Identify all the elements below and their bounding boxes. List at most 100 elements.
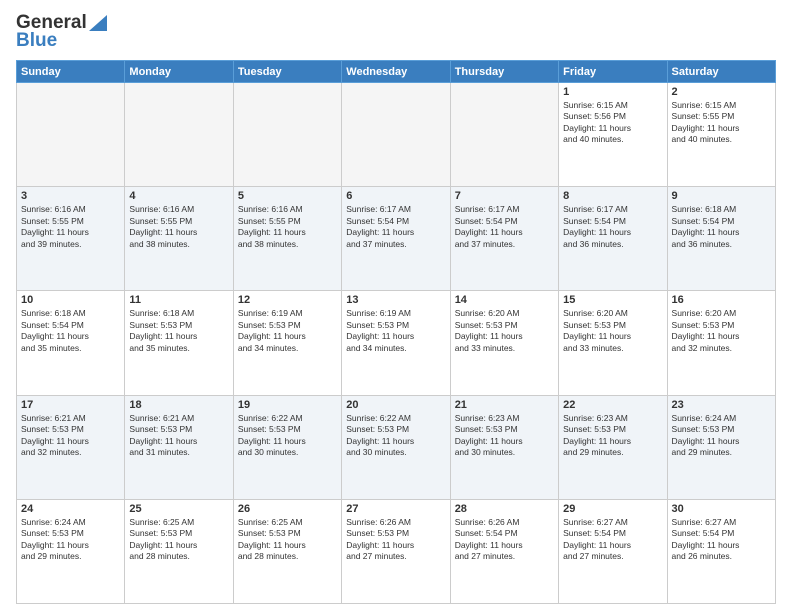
calendar-cell: 7Sunrise: 6:17 AM Sunset: 5:54 PM Daylig…	[450, 187, 558, 291]
calendar-cell: 6Sunrise: 6:17 AM Sunset: 5:54 PM Daylig…	[342, 187, 450, 291]
calendar-cell: 18 Sunrise: 6:21 AM Sunset: 5:53 PM Dayli…	[125, 395, 233, 499]
day-info: Sunrise: 6:25 AM Sunset: 5:53 PM Dayligh…	[238, 517, 337, 563]
day-info: Sunrise: 6:23 AM Sunset: 5:53 PM Dayligh…	[455, 413, 554, 459]
logo-blue: Blue	[16, 30, 57, 52]
calendar-cell: 20Sunrise: 6:22 AM Sunset: 5:53 PM Dayli…	[342, 395, 450, 499]
day-number: 21	[455, 399, 554, 411]
day-number: 4	[129, 190, 228, 202]
day-info: Sunrise: 6:23 AM Sunset: 5:53 PM Dayligh…	[563, 413, 662, 459]
calendar-week-row: 17 Sunrise: 6:21 AM Sunset: 5:53 PM Dayli…	[17, 395, 776, 499]
calendar-cell: 8 Sunrise: 6:17 AM Sunset: 5:54 PM Daylig…	[559, 187, 667, 291]
day-info: Sunrise: 6:21 AM Sunset: 5:53 PM Dayligh…	[21, 413, 120, 459]
weekday-header-row: SundayMondayTuesdayWednesdayThursdayFrid…	[17, 61, 776, 83]
day-number: 17	[21, 399, 120, 411]
weekday-thursday: Thursday	[450, 61, 558, 83]
calendar-cell: 24 Sunrise: 6:24 AM Sunset: 5:53 PM Dayli…	[17, 499, 125, 603]
calendar-cell: 28 Sunrise: 6:26 AM Sunset: 5:54 PM Dayli…	[450, 499, 558, 603]
day-number: 8	[563, 190, 662, 202]
weekday-monday: Monday	[125, 61, 233, 83]
calendar-cell: 27 Sunrise: 6:26 AM Sunset: 5:53 PM Dayli…	[342, 499, 450, 603]
day-number: 12	[238, 294, 337, 306]
calendar-cell: 26 Sunrise: 6:25 AM Sunset: 5:53 PM Dayli…	[233, 499, 341, 603]
calendar-cell: 13 Sunrise: 6:19 AM Sunset: 5:53 PM Dayli…	[342, 291, 450, 395]
calendar-cell: 21 Sunrise: 6:23 AM Sunset: 5:53 PM Dayli…	[450, 395, 558, 499]
day-number: 13	[346, 294, 445, 306]
weekday-saturday: Saturday	[667, 61, 775, 83]
day-number: 27	[346, 503, 445, 515]
weekday-tuesday: Tuesday	[233, 61, 341, 83]
day-info: Sunrise: 6:25 AM Sunset: 5:53 PM Dayligh…	[129, 517, 228, 563]
calendar-cell: 14 Sunrise: 6:20 AM Sunset: 5:53 PM Dayli…	[450, 291, 558, 395]
day-number: 28	[455, 503, 554, 515]
day-info: Sunrise: 6:20 AM Sunset: 5:53 PM Dayligh…	[563, 308, 662, 354]
calendar-cell: 16 Sunrise: 6:20 AM Sunset: 5:53 PM Dayli…	[667, 291, 775, 395]
day-info: Sunrise: 6:27 AM Sunset: 5:54 PM Dayligh…	[563, 517, 662, 563]
calendar-cell: 12 Sunrise: 6:19 AM Sunset: 5:53 PM Dayli…	[233, 291, 341, 395]
calendar-week-row: 24 Sunrise: 6:24 AM Sunset: 5:53 PM Dayli…	[17, 499, 776, 603]
day-number: 22	[563, 399, 662, 411]
calendar-cell: 11Sunrise: 6:18 AM Sunset: 5:53 PM Dayli…	[125, 291, 233, 395]
day-number: 25	[129, 503, 228, 515]
logo: General Blue	[16, 12, 107, 52]
day-info: Sunrise: 6:15 AM Sunset: 5:56 PM Dayligh…	[563, 100, 662, 146]
calendar-cell: 4 Sunrise: 6:16 AM Sunset: 5:55 PM Daylig…	[125, 187, 233, 291]
day-info: Sunrise: 6:16 AM Sunset: 5:55 PM Dayligh…	[238, 204, 337, 250]
calendar-table: SundayMondayTuesdayWednesdayThursdayFrid…	[16, 60, 776, 604]
day-number: 16	[672, 294, 771, 306]
day-info: Sunrise: 6:21 AM Sunset: 5:53 PM Dayligh…	[129, 413, 228, 459]
day-number: 10	[21, 294, 120, 306]
page-header: General Blue	[16, 12, 776, 52]
day-number: 15	[563, 294, 662, 306]
calendar-cell	[450, 83, 558, 187]
day-info: Sunrise: 6:16 AM Sunset: 5:55 PM Dayligh…	[21, 204, 120, 250]
day-info: Sunrise: 6:18 AM Sunset: 5:54 PM Dayligh…	[672, 204, 771, 250]
calendar-cell: 30 Sunrise: 6:27 AM Sunset: 5:54 PM Dayli…	[667, 499, 775, 603]
day-info: Sunrise: 6:26 AM Sunset: 5:54 PM Dayligh…	[455, 517, 554, 563]
day-number: 26	[238, 503, 337, 515]
day-number: 1	[563, 86, 662, 98]
calendar-cell: 23Sunrise: 6:24 AM Sunset: 5:53 PM Dayli…	[667, 395, 775, 499]
day-info: Sunrise: 6:15 AM Sunset: 5:55 PM Dayligh…	[672, 100, 771, 146]
day-number: 18	[129, 399, 228, 411]
day-info: Sunrise: 6:20 AM Sunset: 5:53 PM Dayligh…	[672, 308, 771, 354]
day-info: Sunrise: 6:17 AM Sunset: 5:54 PM Dayligh…	[346, 204, 445, 250]
calendar-week-row: 3 Sunrise: 6:16 AM Sunset: 5:55 PM Daylig…	[17, 187, 776, 291]
day-info: Sunrise: 6:27 AM Sunset: 5:54 PM Dayligh…	[672, 517, 771, 563]
calendar-cell: 3 Sunrise: 6:16 AM Sunset: 5:55 PM Daylig…	[17, 187, 125, 291]
weekday-friday: Friday	[559, 61, 667, 83]
day-number: 14	[455, 294, 554, 306]
day-info: Sunrise: 6:18 AM Sunset: 5:54 PM Dayligh…	[21, 308, 120, 354]
weekday-sunday: Sunday	[17, 61, 125, 83]
calendar-week-row: 1 Sunrise: 6:15 AM Sunset: 5:56 PM Daylig…	[17, 83, 776, 187]
day-number: 3	[21, 190, 120, 202]
day-info: Sunrise: 6:22 AM Sunset: 5:53 PM Dayligh…	[346, 413, 445, 459]
day-info: Sunrise: 6:24 AM Sunset: 5:53 PM Dayligh…	[21, 517, 120, 563]
calendar-cell: 15 Sunrise: 6:20 AM Sunset: 5:53 PM Dayli…	[559, 291, 667, 395]
day-info: Sunrise: 6:17 AM Sunset: 5:54 PM Dayligh…	[455, 204, 554, 250]
calendar-cell: 9Sunrise: 6:18 AM Sunset: 5:54 PM Daylig…	[667, 187, 775, 291]
calendar-cell: 5 Sunrise: 6:16 AM Sunset: 5:55 PM Daylig…	[233, 187, 341, 291]
day-info: Sunrise: 6:24 AM Sunset: 5:53 PM Dayligh…	[672, 413, 771, 459]
day-info: Sunrise: 6:16 AM Sunset: 5:55 PM Dayligh…	[129, 204, 228, 250]
calendar-cell: 19 Sunrise: 6:22 AM Sunset: 5:53 PM Dayli…	[233, 395, 341, 499]
day-info: Sunrise: 6:17 AM Sunset: 5:54 PM Dayligh…	[563, 204, 662, 250]
day-info: Sunrise: 6:19 AM Sunset: 5:53 PM Dayligh…	[238, 308, 337, 354]
day-info: Sunrise: 6:18 AM Sunset: 5:53 PM Dayligh…	[129, 308, 228, 354]
calendar-cell: 2 Sunrise: 6:15 AM Sunset: 5:55 PM Daylig…	[667, 83, 775, 187]
calendar-cell: 29 Sunrise: 6:27 AM Sunset: 5:54 PM Dayli…	[559, 499, 667, 603]
day-number: 19	[238, 399, 337, 411]
calendar-cell: 10 Sunrise: 6:18 AM Sunset: 5:54 PM Dayli…	[17, 291, 125, 395]
calendar-week-row: 10 Sunrise: 6:18 AM Sunset: 5:54 PM Dayli…	[17, 291, 776, 395]
day-info: Sunrise: 6:19 AM Sunset: 5:53 PM Dayligh…	[346, 308, 445, 354]
weekday-wednesday: Wednesday	[342, 61, 450, 83]
day-number: 5	[238, 190, 337, 202]
day-info: Sunrise: 6:26 AM Sunset: 5:53 PM Dayligh…	[346, 517, 445, 563]
day-number: 29	[563, 503, 662, 515]
day-info: Sunrise: 6:22 AM Sunset: 5:53 PM Dayligh…	[238, 413, 337, 459]
calendar-cell: 17 Sunrise: 6:21 AM Sunset: 5:53 PM Dayli…	[17, 395, 125, 499]
day-number: 30	[672, 503, 771, 515]
calendar-cell	[233, 83, 341, 187]
day-info: Sunrise: 6:20 AM Sunset: 5:53 PM Dayligh…	[455, 308, 554, 354]
day-number: 24	[21, 503, 120, 515]
day-number: 2	[672, 86, 771, 98]
